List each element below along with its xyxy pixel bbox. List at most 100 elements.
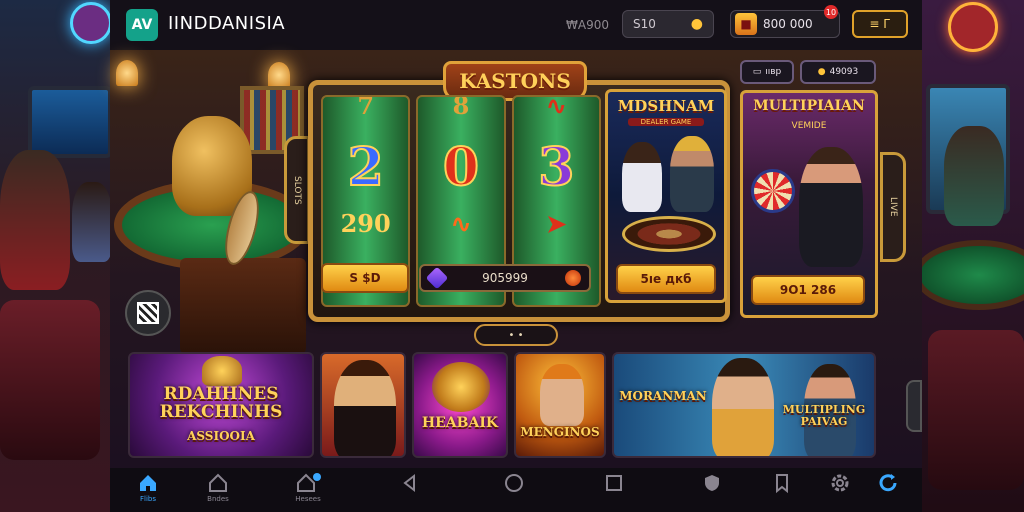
gift-value: 800 000 bbox=[763, 17, 813, 31]
neon-sign-left bbox=[70, 2, 112, 44]
game-thumb-5-title: MORANMAN bbox=[619, 389, 707, 403]
nav-bundles-label: Bndes bbox=[207, 495, 229, 503]
player-figure-left bbox=[0, 150, 70, 290]
chair-left bbox=[0, 300, 100, 460]
bookmark-icon bbox=[776, 474, 788, 494]
store-icon bbox=[297, 473, 321, 492]
gift-icon: ■ bbox=[735, 13, 757, 35]
chair-right bbox=[928, 330, 1024, 490]
nav-hesees-label: Hesees bbox=[295, 495, 321, 503]
side-tab-left-label: SLOTS bbox=[292, 175, 302, 205]
host-figure bbox=[799, 147, 863, 267]
side-tab-right-label: LIVE bbox=[888, 197, 898, 217]
stat-pill-1[interactable]: ▭ ııвр bbox=[740, 60, 794, 84]
nav-bundles[interactable]: Bndes bbox=[188, 472, 248, 503]
live-dealer-play-button[interactable]: 5ıе дкб bbox=[616, 264, 716, 294]
settings-icon bbox=[831, 474, 849, 492]
reel-symbol: 3 bbox=[537, 136, 575, 199]
game-thumbnails: RDAHHNES REKCHINHS ASSIOOIA HEABAIK MENG… bbox=[128, 352, 908, 458]
nav-bookmark[interactable] bbox=[752, 472, 812, 494]
app-logo[interactable]: AV bbox=[126, 9, 158, 41]
menu-button[interactable]: ≡ Г bbox=[852, 10, 908, 38]
poker-table-base bbox=[180, 258, 306, 354]
badge-emblem bbox=[432, 362, 490, 412]
game-thumb-3-title: HEABAIK bbox=[421, 415, 499, 431]
balance-pill[interactable]: S10 ● bbox=[622, 10, 714, 38]
live-dealer-subtitle: DEALER GAME bbox=[628, 118, 704, 126]
neon-sign-right bbox=[948, 2, 998, 52]
home-icon bbox=[140, 475, 156, 491]
coin-icon bbox=[565, 270, 581, 286]
cards-icon: ▭ bbox=[752, 67, 762, 77]
reel-symbol: 8 bbox=[452, 95, 470, 120]
home-circle-icon bbox=[505, 474, 523, 492]
live-dealer-card[interactable]: MDSHNAM DEALER GAME 5ıе дкб bbox=[605, 89, 727, 303]
notification-badge[interactable]: 10 bbox=[824, 5, 838, 19]
slot-machine[interactable]: KASTONS 7 2 290 8 0 ∿ ∿ 3 ➤ S $D 905999 … bbox=[308, 61, 730, 322]
nav-shield[interactable] bbox=[682, 472, 742, 494]
bottom-nav: Flibs Bndes Hesees bbox=[110, 468, 922, 512]
hero-figure bbox=[540, 364, 584, 426]
jackpot-amount: ₩A900 bbox=[566, 18, 609, 32]
game-thumb-5-title-2: MULTIPLING PAIVAG bbox=[782, 403, 866, 428]
wall-lamp-center bbox=[268, 62, 290, 88]
top-bar: AV IINDDANISIA ₩A900 S10 ● ■ 800 000 10 … bbox=[110, 0, 922, 50]
multiplier-card[interactable]: MULTIPIAIAN VEMIDE 9O1 286 bbox=[740, 90, 878, 318]
side-tab-left[interactable]: SLOTS bbox=[284, 136, 310, 244]
reel-symbol: 2 bbox=[347, 136, 385, 199]
reel-symbol: ➤ bbox=[546, 209, 567, 238]
lion-emblem bbox=[202, 356, 242, 386]
arcade-screen-left bbox=[28, 86, 112, 158]
game-thumb-1-subtitle: ASSIOOIA bbox=[187, 429, 255, 443]
recents-square-icon bbox=[606, 475, 622, 491]
nav-system-home[interactable] bbox=[484, 472, 544, 494]
slot-pager[interactable]: • • bbox=[474, 324, 558, 346]
side-tab-right[interactable]: LIVE bbox=[880, 152, 906, 262]
qr-code-button[interactable] bbox=[125, 290, 171, 336]
nav-home-label: Flibs bbox=[139, 495, 156, 503]
nav-hesees[interactable]: Hesees bbox=[278, 472, 338, 503]
game-thumb-2[interactable] bbox=[320, 352, 406, 458]
shield-icon bbox=[705, 475, 719, 491]
stat-pill-2[interactable]: ● 49093 bbox=[800, 60, 876, 84]
credit-value: 905999 bbox=[482, 271, 528, 285]
reel-symbol: 0 bbox=[442, 136, 480, 199]
roulette-wheel bbox=[622, 216, 716, 252]
nav-refresh[interactable] bbox=[858, 472, 918, 494]
nav-home[interactable]: Flibs bbox=[118, 472, 178, 503]
reel-symbol: 7 bbox=[357, 95, 375, 120]
qr-code-icon bbox=[137, 302, 159, 324]
game-thumb-1[interactable]: RDAHHNES REKCHINHS ASSIOOIA bbox=[128, 352, 314, 458]
coin-icon: ● bbox=[817, 67, 826, 77]
app-screenshot: AV IINDDANISIA ₩A900 S10 ● ■ 800 000 10 … bbox=[0, 0, 1024, 512]
credit-field[interactable]: 905999 bbox=[419, 264, 591, 292]
refresh-icon bbox=[879, 474, 897, 492]
thumbnails-next-button[interactable] bbox=[906, 380, 922, 432]
reel-symbol: ∿ bbox=[546, 95, 567, 120]
reel-symbol: ∿ bbox=[450, 209, 472, 238]
cowgirl-figure bbox=[334, 360, 396, 456]
dartboard-icon bbox=[751, 169, 795, 213]
back-triangle-icon bbox=[403, 473, 415, 493]
main-content: SLOTS KASTONS 7 2 290 8 0 ∿ ∿ 3 ➤ S $D 9… bbox=[110, 50, 922, 468]
woman-figure bbox=[712, 358, 774, 456]
player-figure-right bbox=[944, 126, 1004, 226]
game-thumb-3[interactable]: HEABAIK bbox=[412, 352, 508, 458]
brand-name: IINDDANISIA bbox=[168, 13, 286, 34]
game-thumb-4[interactable]: MENGINOS bbox=[514, 352, 606, 458]
multiplier-subtitle: VEMIDE bbox=[791, 121, 827, 131]
player-figure-left-2 bbox=[72, 182, 112, 262]
nav-recents[interactable] bbox=[584, 472, 644, 494]
slot-controls: S $D 905999 bbox=[321, 255, 601, 301]
multiplier-play-button[interactable]: 9O1 286 bbox=[751, 275, 865, 305]
game-thumb-5[interactable]: MORANMAN MULTIPLING PAIVAG bbox=[612, 352, 876, 458]
dealer-figure bbox=[622, 142, 662, 212]
casino-app: AV IINDDANISIA ₩A900 S10 ● ■ 800 000 10 … bbox=[110, 0, 922, 512]
wall-lamp-left bbox=[116, 60, 138, 86]
reel-symbol: 290 bbox=[340, 209, 391, 238]
nav-back[interactable] bbox=[380, 472, 440, 494]
game-thumb-1-title: RDAHHNES REKCHINHS bbox=[159, 384, 283, 422]
bet-button[interactable]: S $D bbox=[321, 263, 409, 293]
multiplier-stats: ▭ ııвр ● 49093 bbox=[740, 60, 880, 88]
balance-value: S10 bbox=[633, 17, 656, 31]
